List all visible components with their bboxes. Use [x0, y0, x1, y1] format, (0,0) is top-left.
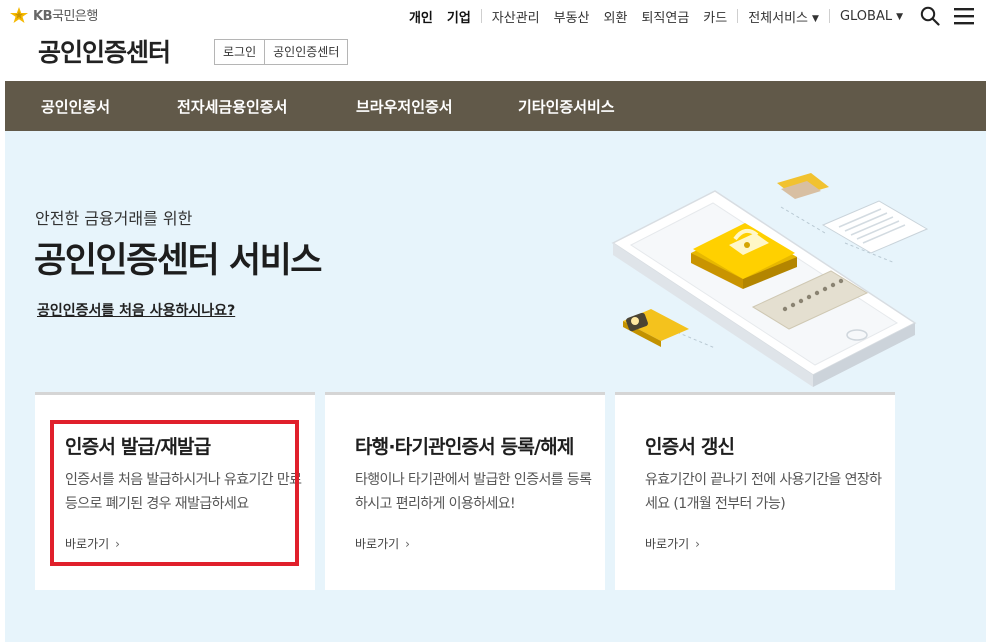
- cert-center-link[interactable]: 공인인증센터: [264, 40, 347, 64]
- chevron-right-icon: ›: [405, 537, 410, 551]
- top-header: KB국민은행 개인 기업 자산관리 부동산 외환 퇴직연금 카드 전체서비스 ▼ …: [0, 0, 986, 80]
- nav-divider: [828, 9, 830, 23]
- nav-real-estate[interactable]: 부동산: [547, 7, 597, 26]
- nav-global-label: GLOBAL: [839, 8, 893, 24]
- card-description: 타행이나 타기관에서 발급한 인증서를 등록하시고 편리하게 이용하세요!: [355, 472, 592, 512]
- hamburger-menu-icon: [954, 8, 974, 25]
- card-register-other-certificate[interactable]: 타행·타기관인증서 등록/해제 타행이나 타기관에서 발급한 인증서를 등록하시…: [325, 392, 605, 590]
- nav-divider: [480, 9, 482, 23]
- login-link[interactable]: 로그인: [215, 40, 264, 64]
- menu-other-certificate-services[interactable]: 기타인증서비스: [518, 96, 615, 117]
- smartphone-lock-illustration: [611, 173, 929, 387]
- nav-retirement-pension[interactable]: 퇴직연금: [634, 7, 696, 26]
- nav-all-services-label: 전체서비스: [748, 10, 809, 26]
- nav-personal[interactable]: 개인: [402, 7, 440, 26]
- menu-public-certificate[interactable]: 공인인증서: [41, 96, 110, 117]
- logo-kb: KB: [33, 9, 52, 24]
- menu-button[interactable]: [950, 4, 978, 28]
- card-issue-reissue[interactable]: 인증서 발급/재발급 인증서를 처음 발급하시거나 유효기간 만료 등으로 폐기…: [35, 392, 315, 590]
- certificate-card-illustration: [623, 309, 689, 347]
- nav-business[interactable]: 기업: [440, 7, 478, 26]
- chevron-right-icon: ›: [695, 537, 700, 551]
- sub-links: 로그인 공인인증센터: [214, 39, 349, 65]
- menu-browser-certificate[interactable]: 브라우저인증서: [356, 96, 453, 117]
- caret-down-icon: ▼: [812, 13, 819, 24]
- utility-nav: 개인 기업 자산관리 부동산 외환 퇴직연금 카드 전체서비스 ▼ GLOBAL ▼: [402, 4, 978, 28]
- credit-card-illustration: [777, 173, 829, 199]
- kb-logo[interactable]: KB국민은행: [8, 5, 98, 24]
- menu-tax-invoice-certificate[interactable]: 전자세금용인증서: [177, 96, 287, 117]
- shortcut-label: 바로가기: [645, 537, 690, 551]
- card-renew-certificate[interactable]: 인증서 갱신 유효기간이 끝나기 전에 사용기간을 연장하세요 (1개월 전부터…: [615, 392, 895, 590]
- hero-section: 안전한 금융거래를 위한 공인인증센터 서비스 공인인증서를 처음 사용하시나요…: [5, 131, 986, 642]
- highlight-box: [50, 420, 299, 566]
- nav-divider: [737, 9, 739, 23]
- first-time-user-link[interactable]: 공인인증서를 처음 사용하시나요?: [37, 300, 235, 320]
- nav-all-services[interactable]: 전체서비스 ▼: [741, 7, 826, 26]
- search-icon: [920, 6, 940, 26]
- card-title: 타행·타기관인증서 등록/해제: [355, 436, 574, 458]
- caret-down-icon: ▼: [896, 11, 903, 22]
- shortcut-link[interactable]: 바로가기 ›: [645, 535, 700, 552]
- kb-star-icon: [10, 6, 28, 23]
- hero-kicker: 안전한 금융거래를 위한: [35, 209, 193, 228]
- card-title: 인증서 갱신: [645, 436, 735, 458]
- nav-foreign-exchange[interactable]: 외환: [597, 7, 635, 26]
- logo-bank-name: 국민은행: [51, 9, 98, 24]
- nav-card[interactable]: 카드: [696, 7, 734, 26]
- main-menu-bar: 공인인증서 전자세금용인증서 브라우저인증서 기타인증서비스: [5, 81, 986, 131]
- search-button[interactable]: [916, 4, 944, 28]
- nav-global[interactable]: GLOBAL ▼: [833, 9, 910, 24]
- document-illustration: [821, 200, 929, 254]
- shortcut-link[interactable]: 바로가기 ›: [355, 535, 410, 552]
- nav-asset-management[interactable]: 자산관리: [485, 7, 547, 26]
- card-description: 유효기간이 끝나기 전에 사용기간을 연장하세요 (1개월 전부터 가능): [645, 472, 882, 512]
- shortcut-label: 바로가기: [355, 537, 400, 551]
- hero-title: 공인인증센터 서비스: [34, 241, 323, 281]
- site-title: 공인인증센터: [38, 38, 171, 67]
